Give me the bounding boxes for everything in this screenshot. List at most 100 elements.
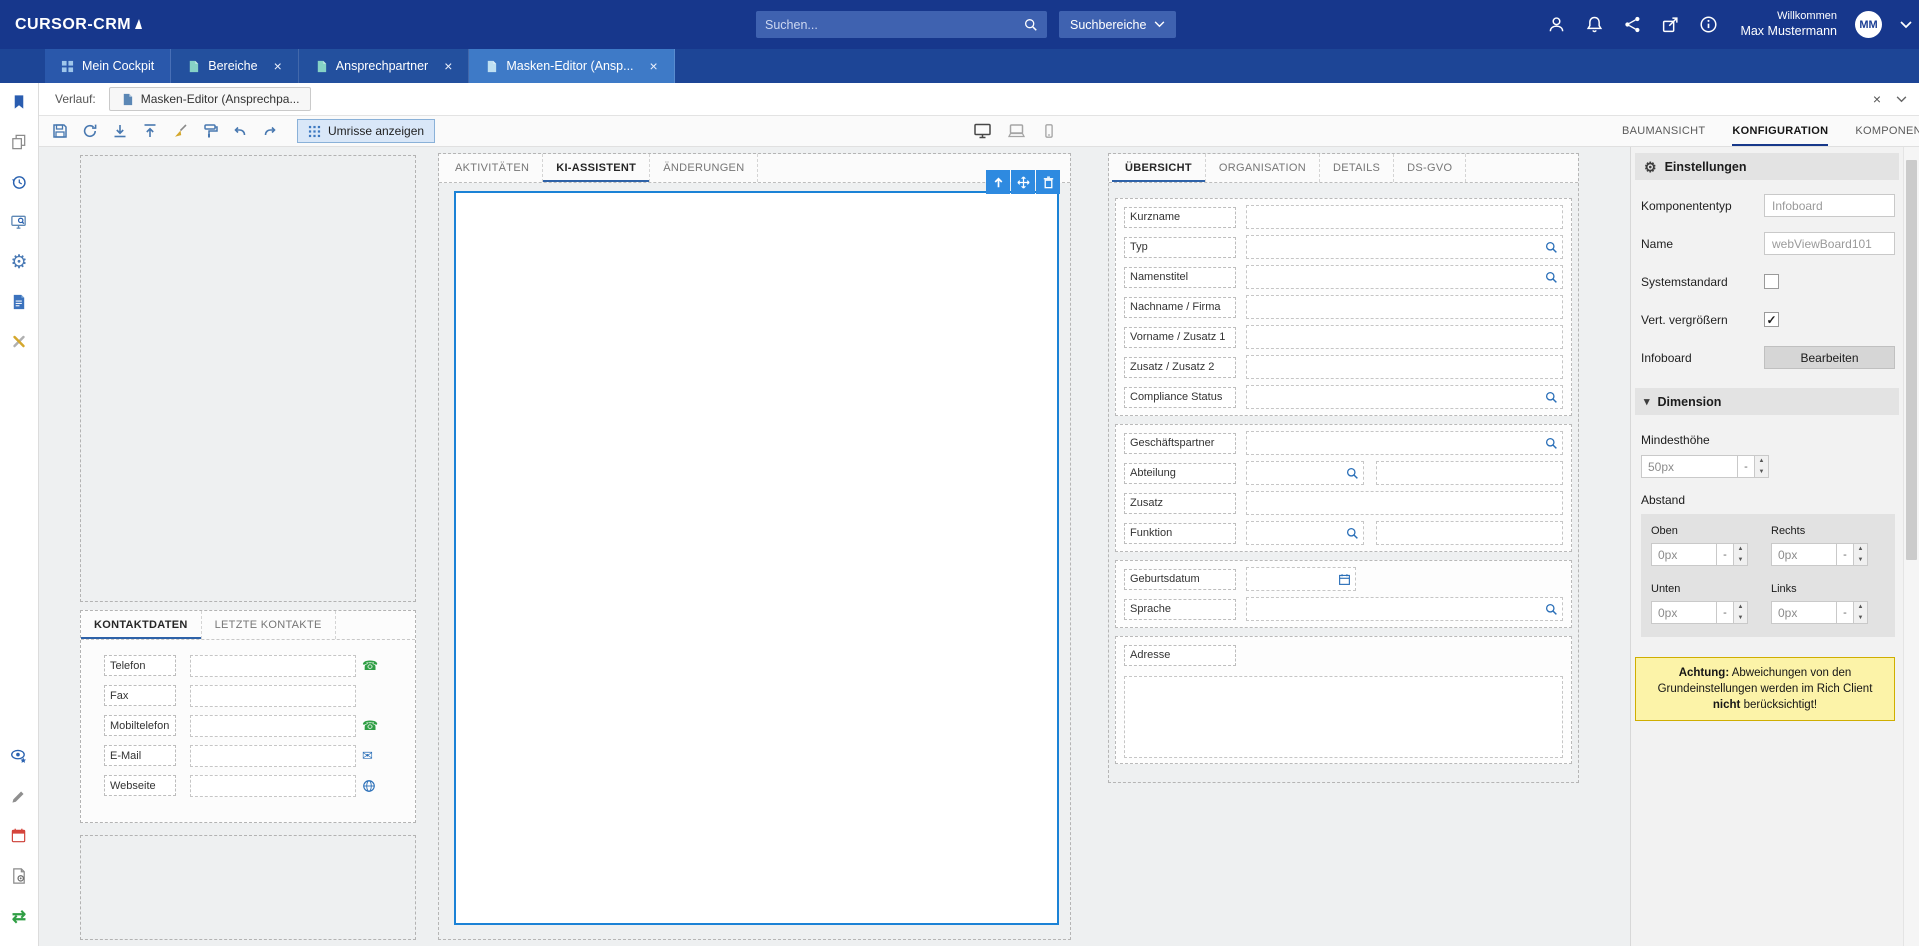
main-tab[interactable]: Bereiche × (171, 49, 299, 83)
step-up-icon[interactable]: ▲ (1734, 544, 1747, 555)
unit-dropdown[interactable]: - (1837, 601, 1854, 624)
field-label[interactable]: Sprache (1124, 599, 1236, 620)
desktop-preview-icon[interactable] (973, 122, 992, 140)
search-lookup-icon[interactable] (1545, 241, 1558, 254)
laptop-preview-icon[interactable] (1007, 122, 1026, 140)
step-down-icon[interactable]: ▼ (1854, 613, 1867, 624)
share-icon[interactable] (1622, 15, 1642, 35)
field-label[interactable]: Fax (104, 685, 176, 706)
checkbox[interactable]: ✓ (1764, 274, 1779, 289)
sync-arrows-icon[interactable]: ⇄ (0, 906, 39, 926)
field-input[interactable] (1246, 355, 1563, 379)
watch-view-icon[interactable] (0, 746, 39, 766)
min-height-input[interactable]: 50px (1641, 455, 1738, 478)
field-label[interactable]: Webseite (104, 775, 176, 796)
step-down-icon[interactable]: ▼ (1755, 467, 1768, 478)
calendar-picker-icon[interactable] (1338, 573, 1351, 586)
field-input[interactable] (1246, 295, 1563, 319)
step-up-icon[interactable]: ▲ (1854, 544, 1867, 555)
screen-search-icon[interactable] (0, 212, 39, 232)
step-down-icon[interactable]: ▼ (1734, 613, 1747, 624)
global-search[interactable] (756, 11, 1047, 38)
field-label[interactable]: Abteilung (1124, 463, 1236, 484)
canvas-tab[interactable]: ORGANISATION (1206, 154, 1320, 182)
canvas-tab[interactable]: DETAILS (1320, 154, 1394, 182)
address-area[interactable] (1124, 676, 1563, 758)
checkbox[interactable]: ✓ (1764, 312, 1779, 327)
info-icon[interactable] (1698, 15, 1718, 35)
empty-component-slot[interactable] (80, 835, 416, 940)
field-label[interactable]: Compliance Status (1124, 387, 1236, 408)
calendar-icon[interactable] (0, 826, 39, 846)
field-label[interactable]: Namenstitel (1124, 267, 1236, 288)
avatar[interactable]: MM (1855, 11, 1882, 38)
field-input[interactable] (1246, 325, 1563, 349)
bookmark-icon[interactable] (0, 92, 39, 112)
field-label[interactable]: Mobiltelefon (104, 715, 176, 736)
main-tab[interactable]: Ansprechpartner × (299, 49, 470, 83)
tab-close-icon[interactable]: × (650, 59, 658, 73)
settings-section-header[interactable]: ⚙ Einstellungen (1635, 153, 1899, 180)
search-lookup-icon[interactable] (1545, 271, 1558, 284)
field-input[interactable] (190, 685, 356, 707)
search-lookup-icon[interactable] (1545, 603, 1558, 616)
field-input[interactable] (1246, 385, 1563, 409)
canvas-tab[interactable]: ÄNDERUNGEN (650, 154, 758, 182)
spacing-input[interactable]: 0px (1651, 601, 1717, 624)
scrollbar-thumb[interactable] (1906, 160, 1917, 560)
history-clock-icon[interactable] (0, 172, 39, 192)
field-label[interactable]: Nachname / Firma (1124, 297, 1236, 318)
mobile-preview-icon[interactable] (1041, 122, 1057, 140)
date-input[interactable] (1246, 567, 1356, 591)
field-input[interactable] (1246, 597, 1563, 621)
open-external-icon[interactable] (1660, 15, 1680, 35)
field-label[interactable]: Typ (1124, 237, 1236, 258)
search-icon[interactable] (1024, 18, 1038, 32)
field-input[interactable] (190, 775, 356, 797)
field-input[interactable] (190, 655, 356, 677)
document-settings-icon[interactable] (0, 866, 39, 886)
delete-button[interactable] (1036, 170, 1060, 194)
step-down-icon[interactable]: ▼ (1854, 555, 1867, 566)
field-label[interactable]: Funktion (1124, 523, 1236, 544)
panel-tab[interactable]: KOMPONENTEN (1855, 116, 1919, 146)
unit-dropdown[interactable]: - (1717, 543, 1734, 566)
upload-icon[interactable] (137, 119, 163, 144)
field-input[interactable] (1246, 235, 1563, 259)
canvas-tab[interactable]: KONTAKTDATEN (81, 611, 202, 639)
field-input[interactable] (1246, 205, 1563, 229)
move-up-button[interactable] (986, 170, 1010, 194)
field-label[interactable]: Kurzname (1124, 207, 1236, 228)
tools-icon[interactable] (0, 332, 39, 352)
collapse-chevron-icon[interactable] (1896, 96, 1907, 103)
field-input[interactable] (190, 715, 356, 737)
search-lookup-icon[interactable] (1545, 391, 1558, 404)
dimension-section-header[interactable]: ▾ Dimension (1635, 388, 1899, 415)
search-lookup-icon[interactable] (1346, 527, 1359, 540)
empty-component-slot[interactable] (80, 155, 416, 602)
unit-dropdown[interactable]: - (1717, 601, 1734, 624)
tab-close-icon[interactable]: × (274, 59, 282, 73)
field-label[interactable]: Zusatz (1124, 493, 1236, 514)
selected-webview-component[interactable] (454, 191, 1059, 925)
edit-infoboard-button[interactable]: Bearbeiten (1764, 346, 1895, 369)
field-input-key[interactable] (1246, 461, 1364, 485)
search-areas-dropdown[interactable]: Suchbereiche (1059, 11, 1176, 38)
format-paint-icon[interactable] (197, 119, 223, 144)
main-tab[interactable]: Mein Cockpit × (45, 49, 171, 83)
field-input-text[interactable] (1376, 521, 1563, 545)
canvas-tab[interactable]: ÜBERSICHT (1112, 154, 1206, 182)
panel-tab[interactable]: KONFIGURATION (1732, 116, 1828, 146)
field-label[interactable]: Geschäftspartner (1124, 433, 1236, 454)
globe-icon[interactable] (362, 779, 376, 793)
step-up-icon[interactable]: ▲ (1734, 602, 1747, 613)
spacing-input[interactable]: 0px (1771, 543, 1837, 566)
field-input[interactable] (1246, 265, 1563, 289)
field-label[interactable]: Geburtsdatum (1124, 569, 1236, 590)
canvas-tab[interactable]: KI-ASSISTENT (543, 154, 650, 182)
notifications-bell-icon[interactable] (1584, 15, 1604, 35)
step-up-icon[interactable]: ▲ (1755, 456, 1768, 467)
email-icon[interactable]: ✉ (362, 749, 373, 762)
field-input[interactable] (1246, 431, 1563, 455)
unit-dropdown[interactable]: - (1837, 543, 1854, 566)
